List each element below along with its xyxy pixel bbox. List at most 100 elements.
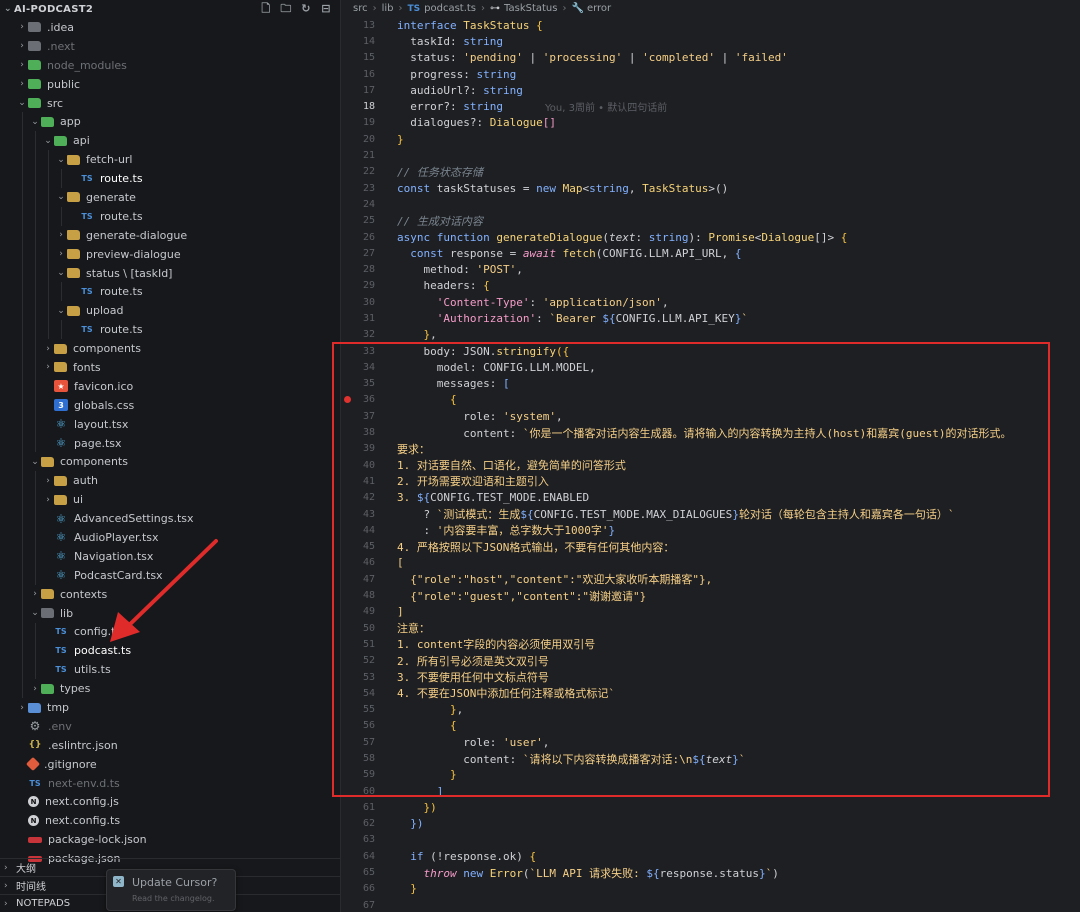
tree-item[interactable]: › .idea [0, 18, 340, 37]
tree-item[interactable]: ⚛ layout.tsx [0, 414, 340, 434]
code-line[interactable]: 30 'Content-Type': 'application/json', [341, 294, 1080, 310]
code-text[interactable]: } [397, 768, 457, 781]
code-text[interactable]: dialogues?: Dialogue[] [397, 116, 556, 129]
code-text[interactable]: role: 'user', [397, 736, 549, 749]
code-line[interactable]: 58 content: `请将以下内容转换成播客对话:\n${text}` [341, 750, 1080, 766]
code-line[interactable]: 60 ] [341, 783, 1080, 799]
tree-item[interactable]: › node_modules [0, 56, 340, 75]
code-line[interactable]: 51 1. content字段的内容必须使用双引号 [341, 636, 1080, 652]
code-line[interactable]: 67 [341, 897, 1080, 912]
code-text[interactable]: status: 'pending' | 'processing' | 'comp… [397, 51, 788, 64]
code-text[interactable]: role: 'system', [397, 410, 562, 423]
code-text[interactable]: const response = await fetch(CONFIG.LLM.… [397, 247, 741, 260]
code-line[interactable]: 32 }, [341, 327, 1080, 343]
code-line[interactable]: 22 // 任务状态存储 [341, 164, 1080, 180]
code-text[interactable]: model: CONFIG.LLM.MODEL, [397, 361, 596, 374]
code-line[interactable]: 36 { [341, 392, 1080, 408]
code-text[interactable]: 4. 不要在JSON中添加任何注释或格式标记` [397, 685, 615, 701]
code-line[interactable]: 65 throw new Error(`LLM API 请求失败: ${resp… [341, 864, 1080, 880]
code-text[interactable]: 1. content字段的内容必须使用双引号 [397, 636, 595, 652]
new-file-icon[interactable]: 🗋 [260, 3, 272, 15]
code-editor[interactable]: src › lib › TS podcast.ts › ⊶ TaskStatus… [341, 0, 1080, 912]
code-text[interactable]: 'Content-Type': 'application/json', [397, 296, 669, 309]
code-text[interactable]: } [397, 882, 417, 895]
code-line[interactable]: 66 } [341, 881, 1080, 897]
code-line[interactable]: 44 : '内容要丰富，总字数大于1000字'} [341, 522, 1080, 538]
tree-item[interactable]: ⚛ AdvancedSettings.tsx [0, 509, 340, 529]
code-line[interactable]: 16 progress: string [341, 66, 1080, 82]
code-line[interactable]: 25 // 生成对话内容 [341, 213, 1080, 229]
breadcrumb-file[interactable]: podcast.ts [424, 3, 476, 14]
tree-item[interactable]: ⌄ lib [0, 603, 340, 623]
code-text[interactable]: throw new Error(`LLM API 请求失败: ${respons… [397, 865, 779, 881]
tree-item[interactable]: › public [0, 75, 340, 94]
code-text[interactable]: audioUrl?: string [397, 84, 523, 97]
code-text[interactable]: 'Authorization': `Bearer ${CONFIG.LLM.AP… [397, 312, 748, 325]
code-line[interactable]: 41 2. 开场需要欢迎语和主题引入 [341, 473, 1080, 489]
tree-item[interactable]: ⚛ AudioPlayer.tsx [0, 528, 340, 547]
code-text[interactable]: 4. 严格按照以下JSON格式输出，不要有任何其他内容： [397, 539, 674, 555]
tree-item[interactable]: ★ favicon.ico [0, 376, 340, 396]
chevron-down-icon[interactable]: ⌄ [4, 4, 14, 14]
tree-item[interactable]: › .next [0, 37, 340, 56]
tree-item[interactable]: {} .eslintrc.json [0, 736, 340, 755]
project-title[interactable]: AI-PODCAST2 [14, 4, 93, 15]
code-line[interactable]: 47 {"role":"host","content":"欢迎大家收听本期播客"… [341, 571, 1080, 587]
tree-item[interactable]: ⚛ PodcastCard.tsx [0, 565, 340, 585]
tree-item[interactable]: ⌄ src [0, 94, 340, 113]
tree-item[interactable]: ⌄ app [0, 112, 340, 132]
code-text[interactable]: // 任务状态存储 [397, 164, 483, 180]
code-text[interactable]: 2. 开场需要欢迎语和主题引入 [397, 473, 549, 489]
tree-item[interactable]: TS config.ts [0, 622, 340, 642]
code-text[interactable]: 2. 所有引号必须是英文双引号 [397, 653, 549, 669]
code-text[interactable]: const taskStatuses = new Map<string, Tas… [397, 182, 728, 195]
code-line[interactable]: 38 content: `你是一个播客对话内容生成器。请将输入的内容转换为主持人… [341, 424, 1080, 440]
code-text[interactable]: taskId: string [397, 35, 503, 48]
tree-item[interactable]: TS route.ts [0, 169, 340, 189]
tree-item[interactable]: ⌄ upload [0, 301, 340, 321]
tree-item[interactable]: ⌄ generate [0, 188, 340, 207]
code-text[interactable]: 3. 不要使用任何中文标点符号 [397, 669, 549, 685]
code-line[interactable]: 54 4. 不要在JSON中添加任何注释或格式标记` [341, 685, 1080, 701]
code-text[interactable]: async function generateDialogue(text: st… [397, 231, 847, 244]
code-line[interactable]: 23 const taskStatuses = new Map<string, T… [341, 180, 1080, 196]
tree-item[interactable]: › tmp [0, 698, 340, 717]
code-line[interactable]: 43 ? `测试模式：生成${CONFIG.TEST_MODE.MAX_DIAL… [341, 506, 1080, 522]
code-line[interactable]: 53 3. 不要使用任何中文标点符号 [341, 669, 1080, 685]
code-line[interactable]: 24 [341, 196, 1080, 212]
code-text[interactable]: 注意： [397, 620, 430, 636]
code-line[interactable]: 19 dialogues?: Dialogue[] [341, 115, 1080, 131]
code-text[interactable]: headers: { [397, 279, 490, 292]
code-line[interactable]: 13 interface TaskStatus { [341, 17, 1080, 33]
code-text[interactable]: messages: [ [397, 377, 510, 390]
code-line[interactable]: 45 4. 严格按照以下JSON格式输出，不要有任何其他内容： [341, 539, 1080, 555]
code-line[interactable]: 63 [341, 832, 1080, 848]
code-line[interactable]: 15 status: 'pending' | 'processing' | 'c… [341, 50, 1080, 66]
code-text[interactable]: {"role":"host","content":"欢迎大家收听本期播客"}, [397, 571, 712, 587]
code-line[interactable]: 28 method: 'POST', [341, 261, 1080, 277]
tree-item[interactable]: ⚛ page.tsx [0, 433, 340, 453]
code-line[interactable]: 17 audioUrl?: string [341, 82, 1080, 98]
tree-item[interactable]: Nnext.config.js [0, 793, 340, 812]
tree-item[interactable]: TS utils.ts [0, 660, 340, 680]
code-text[interactable]: if (!response.ok) { [397, 850, 536, 863]
code-text[interactable]: } [397, 133, 404, 146]
code-line[interactable]: 57 role: 'user', [341, 734, 1080, 750]
tree-item[interactable]: ⌄ components [0, 452, 340, 472]
code-text[interactable]: ? `测试模式：生成${CONFIG.TEST_MODE.MAX_DIALOGU… [397, 506, 954, 522]
code-text[interactable]: interface TaskStatus { [397, 19, 543, 32]
code-lines[interactable]: 13 interface TaskStatus {14 taskId: strin… [341, 17, 1080, 912]
tree-item[interactable]: TS next-env.d.ts [0, 774, 340, 793]
code-text[interactable]: ] [397, 785, 444, 798]
new-folder-icon[interactable]: 🗀 [280, 3, 292, 15]
code-line[interactable]: 29 headers: { [341, 278, 1080, 294]
tree-item[interactable]: › contexts [0, 584, 340, 604]
code-text[interactable]: { [397, 393, 457, 406]
tree-item[interactable]: 3 globals.css [0, 395, 340, 415]
code-line[interactable]: 56 { [341, 718, 1080, 734]
code-text[interactable]: 要求： [397, 441, 430, 457]
tree-item[interactable]: › fonts [0, 358, 340, 377]
tree-item[interactable]: TS route.ts [0, 282, 340, 302]
code-text[interactable]: {"role":"guest","content":"谢谢邀请"} [397, 588, 646, 604]
tree-item[interactable]: TS route.ts [0, 206, 340, 226]
